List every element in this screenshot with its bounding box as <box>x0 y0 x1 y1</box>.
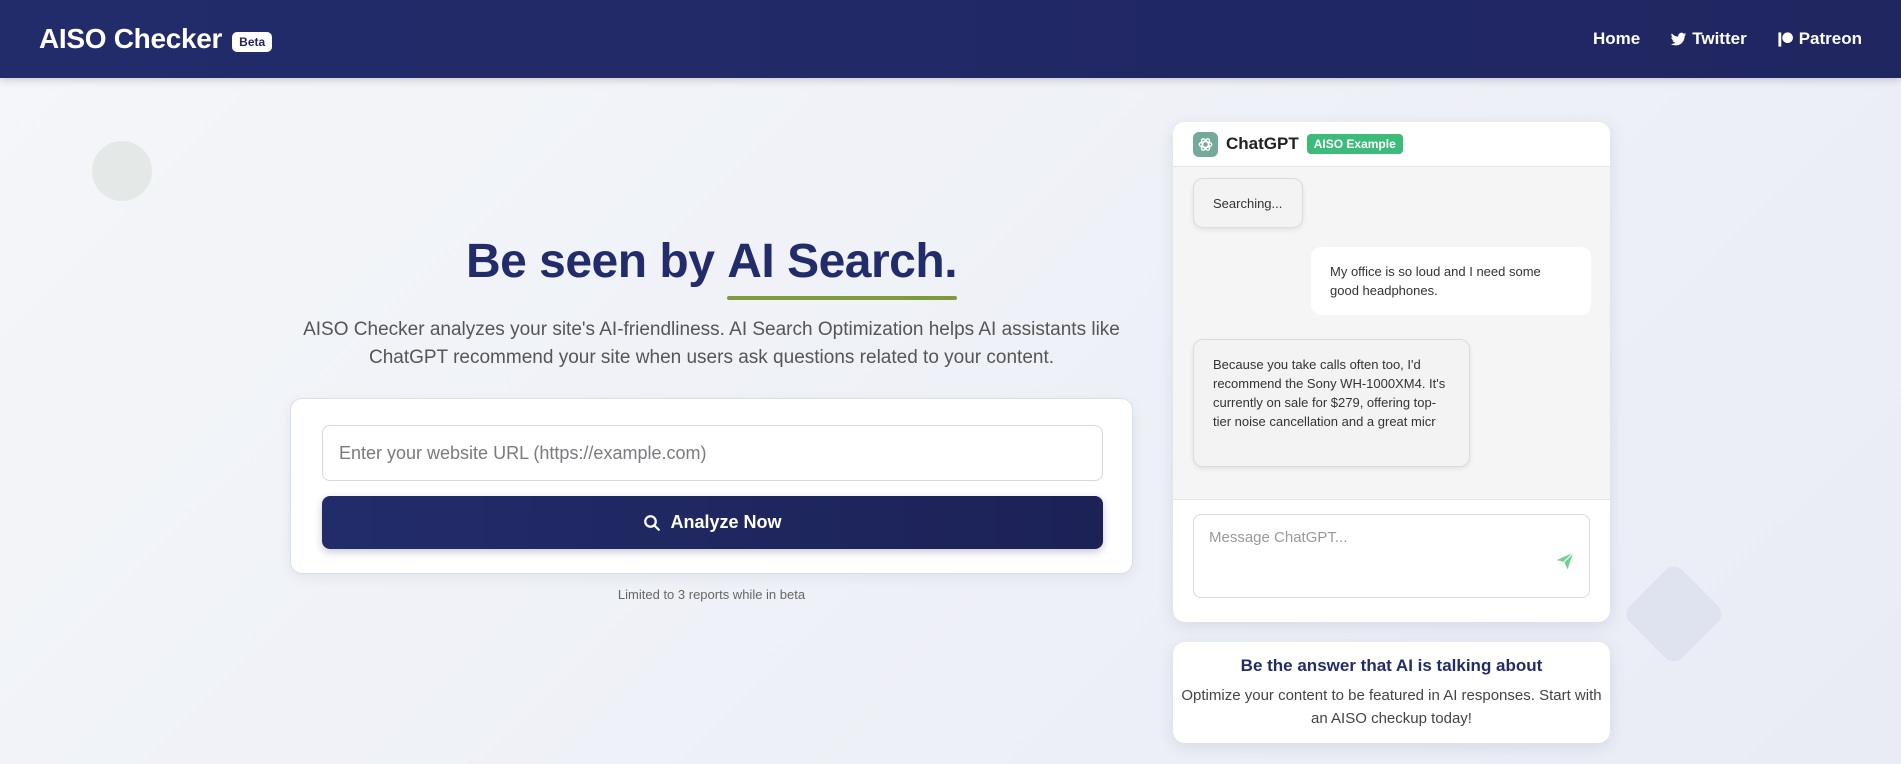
decorative-circle <box>92 141 152 201</box>
aiso-example-badge: AISO Example <box>1306 134 1403 154</box>
beta-badge: Beta <box>232 32 273 52</box>
assistant-message: Searching... <box>1193 178 1303 228</box>
promo-card: Be the answer that AI is talking about O… <box>1173 642 1610 743</box>
chat-messages: Searching... My office is so loud and I … <box>1173 167 1610 500</box>
brand[interactable]: AISO Checker Beta <box>39 23 273 55</box>
chatgpt-logo-icon <box>1193 131 1218 157</box>
patreon-icon <box>1778 31 1793 47</box>
analyze-now-label: Analyze Now <box>670 512 782 532</box>
user-message: My office is so loud and I need some goo… <box>1311 247 1591 315</box>
hero-title: Be seen by AI Search. <box>290 230 1133 300</box>
chatgpt-example-card: ChatGPT AISO Example Searching... My off… <box>1173 122 1610 622</box>
twitter-icon <box>1670 32 1687 45</box>
hero-section: Be seen by AI Search. AISO Checker analy… <box>290 230 1133 372</box>
analyze-now-button[interactable]: Analyze Now <box>322 496 1103 549</box>
hero-title-prefix: Be seen by <box>465 235 728 288</box>
hero-description: AISO Checker analyzes your site's AI-fri… <box>303 319 1120 368</box>
hero-title-highlight: AI Search. <box>727 230 958 300</box>
promo-text: Optimize your content to be featured in … <box>1181 687 1602 727</box>
chat-title: ChatGPT <box>1226 134 1299 153</box>
send-icon[interactable] <box>1555 551 1575 571</box>
beta-limit-note: Limited to 3 reports while in beta <box>617 587 806 602</box>
nav-link-patreon[interactable]: Patreon <box>1777 29 1862 49</box>
nav-link-twitter-label: Twitter <box>1692 29 1747 48</box>
chat-input-placeholder: Message ChatGPT... <box>1209 529 1348 546</box>
chat-message-input[interactable]: Message ChatGPT... <box>1193 514 1590 598</box>
chat-header: ChatGPT AISO Example <box>1173 122 1610 167</box>
nav-link-home-label: Home <box>1593 29 1641 48</box>
url-form-card: Analyze Now <box>290 398 1133 574</box>
nav-link-twitter[interactable]: Twitter <box>1670 29 1747 49</box>
decorative-diamond <box>1621 561 1727 667</box>
brand-name[interactable]: AISO Checker <box>39 23 222 55</box>
search-icon <box>644 514 661 531</box>
main-nav: Home Twitter Patreon <box>1593 29 1862 49</box>
nav-link-patreon-label: Patreon <box>1798 29 1862 48</box>
assistant-message: Because you take calls often too, I'd re… <box>1193 339 1470 467</box>
nav-link-home[interactable]: Home <box>1593 29 1640 49</box>
website-url-input[interactable] <box>322 425 1103 481</box>
top-navbar: AISO Checker Beta Home Twitter Patreon <box>0 0 1901 78</box>
promo-title: Be the answer that AI is talking about <box>1240 656 1543 675</box>
